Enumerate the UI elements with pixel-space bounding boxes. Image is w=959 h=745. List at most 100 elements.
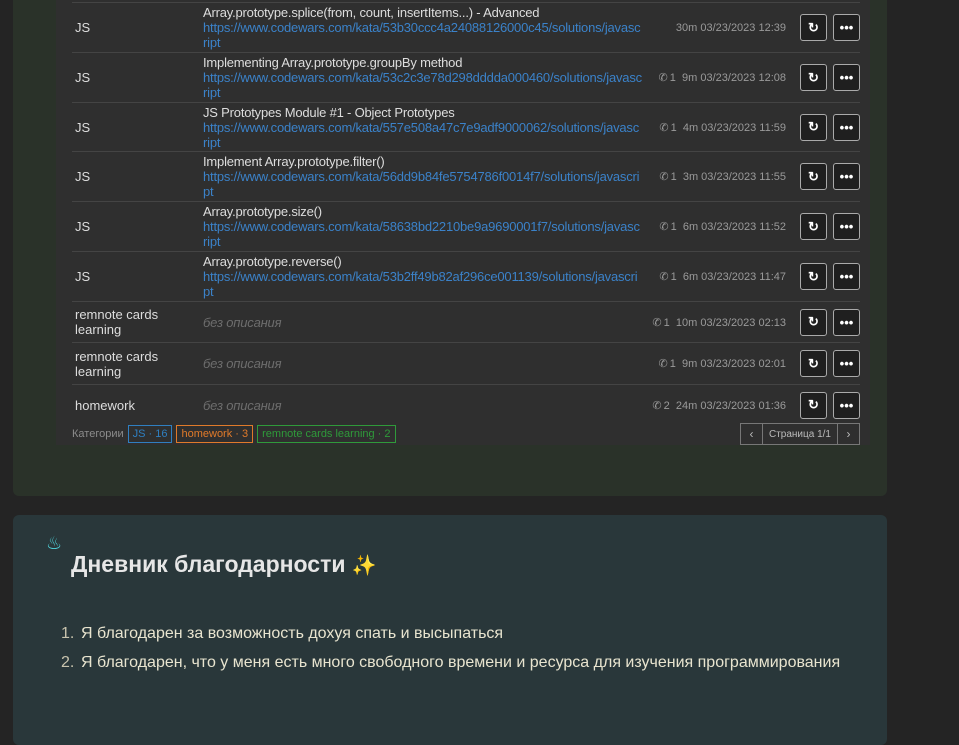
row-description: Implementing Array.prototype.groupBy met… bbox=[203, 55, 659, 100]
call-count: 2 bbox=[663, 399, 670, 412]
session-title: Implementing Array.prototype.groupBy met… bbox=[203, 55, 463, 70]
list-item: 1. Я благодарен за возможность дохуя спат… bbox=[61, 625, 504, 642]
row-category: JS bbox=[75, 70, 91, 85]
session-title: Array.prototype.reverse() bbox=[203, 254, 342, 269]
more-button[interactable]: ••• bbox=[833, 64, 860, 91]
more-button[interactable]: ••• bbox=[833, 14, 860, 41]
next-page-button[interactable]: › bbox=[838, 424, 859, 444]
row-description: Array.prototype.splice(from, count, inse… bbox=[203, 5, 676, 50]
session-link[interactable]: https://www.codewars.com/kata/58638bd221… bbox=[203, 219, 643, 249]
row-description: без описания bbox=[203, 315, 652, 330]
call-count: 1 bbox=[663, 316, 670, 329]
refresh-icon: ↻ bbox=[808, 355, 819, 371]
list-item: 2. Я благодарен, что у меня есть много св… bbox=[61, 654, 841, 671]
more-button[interactable]: ••• bbox=[833, 350, 860, 377]
more-button[interactable]: ••• bbox=[833, 113, 860, 141]
row-description: Implement Array.prototype.filter() https:… bbox=[203, 154, 659, 199]
table-row: remnote cards learning без описания ✆ 1 1… bbox=[72, 301, 860, 342]
row-meta: 30m 03/23/2023 12:39 bbox=[676, 22, 786, 34]
pagination: ‹ Страница 1/1 › bbox=[740, 423, 860, 445]
gratitude-list: 1. Я благодарен за возможность дохуя спат… bbox=[61, 619, 841, 677]
no-description: без описания bbox=[203, 314, 282, 330]
diary-title: Дневник благодарности ✨ bbox=[71, 551, 377, 577]
more-icon: ••• bbox=[839, 169, 854, 184]
table-row: homework без описания ✆ 2 24m 03/23/2023 … bbox=[72, 384, 860, 425]
restart-button[interactable]: ↻ bbox=[800, 350, 827, 377]
duration: 6m bbox=[682, 221, 699, 233]
restart-button[interactable]: ↻ bbox=[800, 263, 827, 290]
more-icon: ••• bbox=[839, 356, 854, 371]
refresh-icon: ↻ bbox=[808, 168, 819, 184]
row-category: remnote cards learning bbox=[75, 348, 159, 379]
categories-label: Категории bbox=[72, 428, 124, 440]
session-link[interactable]: https://www.codewars.com/kata/56dd9b84fe… bbox=[203, 169, 643, 199]
phone-icon: ✆ bbox=[652, 316, 662, 329]
row-category: JS bbox=[75, 269, 91, 284]
restart-button[interactable]: ↻ bbox=[800, 213, 827, 240]
no-description: без описания bbox=[203, 356, 282, 371]
category-tag-js[interactable]: JS · 16 bbox=[127, 425, 173, 443]
restart-button[interactable]: ↻ bbox=[800, 14, 827, 41]
date: 03/23/2023 11:55 bbox=[701, 171, 786, 183]
phone-icon: ✆ bbox=[659, 171, 669, 183]
phone-icon: ✆ bbox=[659, 221, 669, 233]
table-row: JS Array.prototype.reverse() https://www.… bbox=[72, 251, 860, 301]
sparkles-icon: ✨ bbox=[351, 555, 377, 577]
table-row: JS Implement Array.prototype.filter() htt… bbox=[72, 151, 860, 201]
more-button[interactable]: ••• bbox=[833, 163, 860, 190]
category-tag-homework[interactable]: homework · 3 bbox=[176, 425, 254, 443]
row-category: JS bbox=[75, 20, 91, 35]
prev-page-button[interactable]: ‹ bbox=[741, 424, 762, 444]
category-tag-remnote[interactable]: remnote cards learning · 2 bbox=[257, 425, 396, 443]
call-count: 1 bbox=[670, 121, 677, 134]
session-link[interactable]: https://www.codewars.com/kata/557e508a47… bbox=[203, 120, 643, 150]
session-link[interactable]: https://www.codewars.com/kata/53b2ff49b8… bbox=[203, 269, 643, 299]
restart-button[interactable]: ↻ bbox=[800, 64, 827, 91]
session-link[interactable]: https://www.codewars.com/kata/53b30ccc4a… bbox=[203, 20, 643, 50]
phone-icon: ✆ bbox=[658, 72, 668, 84]
table-row: JS JS Prototypes Module #1 - Object Prot… bbox=[72, 102, 860, 151]
more-icon: ••• bbox=[839, 119, 854, 135]
row-description: Array.prototype.size() https://www.codewa… bbox=[203, 204, 659, 249]
more-icon: ••• bbox=[839, 219, 854, 234]
date: 03/23/2023 02:01 bbox=[700, 358, 786, 370]
row-category: JS bbox=[75, 169, 91, 184]
duration: 10m bbox=[675, 316, 698, 329]
date: 03/23/2023 11:52 bbox=[701, 221, 786, 233]
row-description: без описания bbox=[203, 356, 659, 371]
restart-button[interactable]: ↻ bbox=[800, 113, 827, 141]
duration: 9m bbox=[682, 358, 698, 370]
table-row: JS Implementing Array.prototype.groupBy … bbox=[72, 52, 860, 102]
duration: 30m bbox=[675, 21, 698, 34]
more-icon: ••• bbox=[839, 314, 854, 330]
card-sessions: Категории JS · 16 homework · 3 remnote c… bbox=[13, 0, 887, 496]
phone-icon: ✆ bbox=[659, 271, 669, 283]
row-meta: ✆ 1 3m 03/23/2023 11:55 bbox=[659, 170, 786, 183]
restart-button[interactable]: ↻ bbox=[800, 308, 827, 336]
session-title: JS Prototypes Module #1 - Object Prototy… bbox=[203, 104, 455, 120]
refresh-icon: ↻ bbox=[808, 69, 819, 85]
date: 03/23/2023 11:59 bbox=[701, 121, 786, 134]
more-button[interactable]: ••• bbox=[833, 391, 860, 419]
more-button[interactable]: ••• bbox=[833, 263, 860, 290]
restart-button[interactable]: ↻ bbox=[800, 391, 827, 419]
more-button[interactable]: ••• bbox=[833, 308, 860, 336]
call-count: 1 bbox=[669, 358, 676, 370]
more-icon: ••• bbox=[839, 70, 854, 85]
table-footer: Категории JS · 16 homework · 3 remnote c… bbox=[72, 423, 860, 445]
refresh-icon: ↻ bbox=[808, 119, 819, 134]
refresh-icon: ↻ bbox=[808, 268, 819, 284]
restart-button[interactable]: ↻ bbox=[800, 163, 827, 190]
session-title: Array.prototype.splice(from, count, inse… bbox=[203, 5, 540, 20]
more-icon: ••• bbox=[839, 20, 854, 35]
phone-icon: ✆ bbox=[659, 121, 669, 134]
row-category: remnote cards learning bbox=[75, 307, 159, 337]
date: 03/23/2023 12:39 bbox=[700, 21, 786, 34]
refresh-icon: ↻ bbox=[808, 218, 819, 234]
session-link[interactable]: https://www.codewars.com/kata/53c2c3e78d… bbox=[203, 70, 643, 100]
row-category: JS bbox=[75, 119, 91, 135]
more-button[interactable]: ••• bbox=[833, 213, 860, 240]
refresh-icon: ↻ bbox=[808, 314, 819, 329]
session-title: Implement Array.prototype.filter() bbox=[203, 154, 385, 169]
more-icon: ••• bbox=[839, 397, 854, 413]
